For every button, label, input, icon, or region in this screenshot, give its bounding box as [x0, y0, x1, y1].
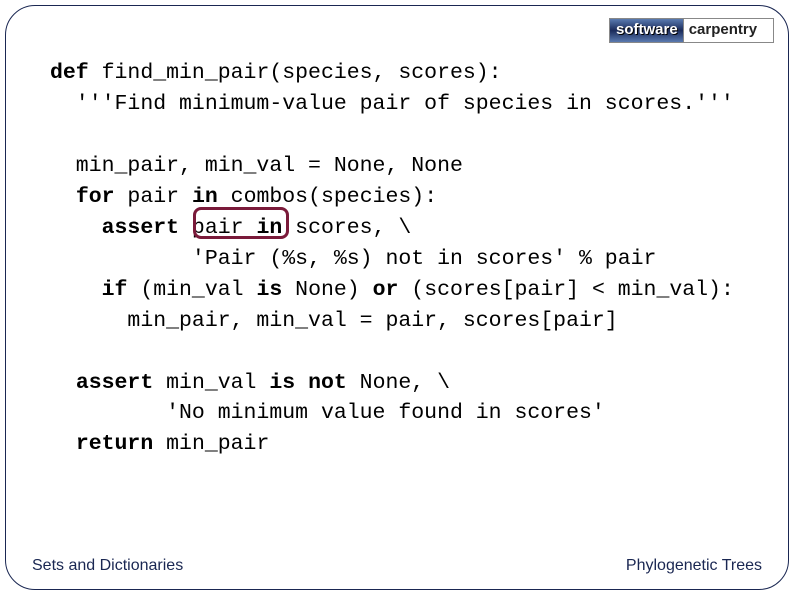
kw-if: if [102, 278, 128, 302]
kw-return: return [76, 432, 153, 456]
kw-is: is [256, 278, 282, 302]
kw-assert: assert [76, 371, 153, 395]
highlight-combos [193, 207, 289, 239]
code-line: 'No minimum value found in scores' [50, 401, 605, 425]
footer-left: Sets and Dictionaries [32, 557, 183, 575]
code-line: min_pair, min_val = None, None [50, 154, 463, 178]
kw-def: def [50, 61, 89, 85]
kw-is-not: is not [269, 371, 346, 395]
logo: software carpentry [609, 18, 774, 43]
footer-right: Phylogenetic Trees [626, 557, 762, 575]
logo-text-software: software [610, 19, 684, 42]
logo-text-carpentry: carpentry [684, 19, 763, 42]
kw-or: or [373, 278, 399, 302]
code-line: min_pair, min_val = pair, scores[pair] [50, 309, 618, 333]
kw-for: for [76, 185, 115, 209]
kw-assert: assert [102, 216, 179, 240]
docstring: '''Find minimum-value pair of species in… [50, 92, 734, 116]
kw-in: in [192, 185, 218, 209]
code-line: 'Pair (%s, %s) not in scores' % pair [50, 247, 656, 271]
code-block: def find_min_pair(species, scores): '''F… [50, 58, 790, 460]
